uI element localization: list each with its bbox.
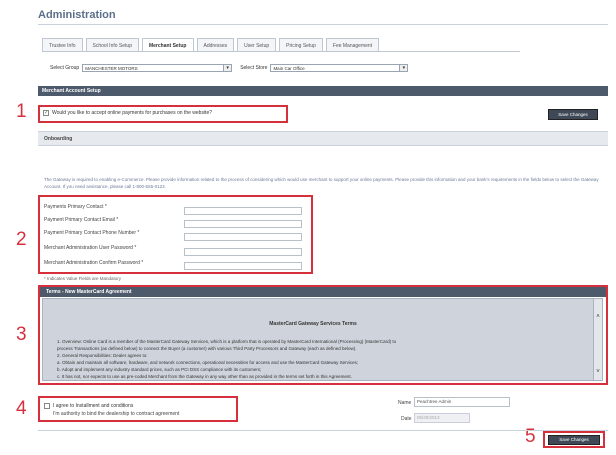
terms-line: process Transactions (as defined below) …: [57, 346, 357, 351]
terms-line: c. It has not, nor expects to use as pre…: [57, 374, 352, 379]
store-select[interactable]: Main Car Office ▾: [270, 64, 409, 72]
save-changes-bottom-button[interactable]: Save Changes: [548, 435, 600, 445]
tab-pricing-setup[interactable]: Pricing Setup: [279, 38, 323, 52]
page-title: Administration: [38, 9, 116, 21]
admin-password-label: Merchant Administration User Password *: [44, 245, 137, 251]
callout-number-2: 2: [16, 229, 27, 250]
onboarding-header: Onboarding: [38, 131, 608, 146]
save-changes-top-button[interactable]: Save Changes: [548, 109, 598, 120]
accept-payments-checkbox[interactable]: ✓: [43, 110, 49, 116]
accept-payments-label: Would you like to accept online payments…: [52, 110, 212, 116]
callout-number-1: 1: [16, 101, 27, 122]
chevron-down-icon: ▾: [399, 65, 408, 71]
agree-terms-row: I agree to Installment and conditions: [44, 403, 133, 409]
terms-line: b. Adopt and implement any industry stan…: [57, 367, 262, 372]
tab-fee-management[interactable]: Fee Management: [325, 38, 380, 52]
group-select[interactable]: MANCHESTER MOTORS ▾: [82, 64, 233, 72]
confirm-password-label: Merchant Administration Confirm Password…: [44, 260, 144, 266]
mandatory-note: * Indicates Value Fields are Mandatory: [44, 276, 121, 281]
contact-phone-label: Payment Primary Contact Phone Number *: [44, 230, 140, 236]
onboarding-info-text: The Gateway is required to enabling e-Co…: [44, 177, 599, 189]
footer-divider: [38, 430, 608, 431]
tab-bar: Trustee Info School Info Setup Merchant …: [42, 38, 382, 52]
contact-email-label: Payment Primary Contact Email *: [44, 217, 119, 223]
scroll-down-icon[interactable]: ˅: [594, 368, 602, 376]
terms-title: MasterCard Gateway Services Terms: [269, 321, 357, 327]
date-input: 05/30/2013: [414, 413, 470, 423]
title-divider: [38, 24, 608, 25]
tab-school-info-setup[interactable]: School Info Setup: [85, 38, 139, 52]
authority-label: I'm authority to bind the dealership to …: [53, 411, 180, 417]
name-input[interactable]: Peachtree Admin: [414, 397, 510, 407]
chevron-down-icon: ▾: [223, 65, 232, 71]
terms-line: 2. General Responsibilities: Dealer agre…: [57, 353, 148, 358]
contact-phone-input[interactable]: [184, 233, 302, 241]
tab-divider: [42, 51, 520, 52]
contact-email-input[interactable]: [184, 220, 302, 228]
primary-contact-input[interactable]: [184, 207, 302, 215]
scroll-up-icon[interactable]: ˄: [594, 313, 602, 321]
tab-addresses[interactable]: Addresses: [196, 38, 235, 52]
admin-password-input[interactable]: [184, 248, 302, 256]
primary-contact-label: Payments Primary Contact *: [44, 204, 107, 210]
tab-user-setup[interactable]: User Setup: [237, 38, 277, 52]
accept-payments-row: ✓ Would you like to accept online paymen…: [43, 110, 212, 116]
group-select-value: MANCHESTER MOTORS: [85, 66, 138, 71]
callout-number-3: 3: [16, 324, 27, 345]
confirm-password-input[interactable]: [184, 262, 302, 270]
terms-line: a. Obtain and maintain all software, har…: [57, 360, 359, 365]
date-label: Date: [401, 416, 412, 422]
agree-terms-checkbox[interactable]: [44, 403, 50, 409]
terms-line: 1. Overview: Online Card is a member of …: [57, 339, 397, 344]
selector-row: Select Group MANCHESTER MOTORS ▾ Select …: [50, 64, 409, 72]
tab-trustee-info[interactable]: Trustee Info: [42, 38, 83, 52]
name-label: Name: [398, 400, 412, 406]
store-select-value: Main Car Office: [273, 66, 305, 71]
store-select-label: Select Store: [240, 65, 268, 71]
agree-terms-label: I agree to Installment and conditions: [53, 403, 134, 409]
terms-scrollbar[interactable]: ˄ ˅: [593, 299, 602, 380]
group-select-label: Select Group: [50, 65, 80, 71]
merchant-section-header: Merchant Account Setup: [38, 86, 608, 96]
tab-merchant-setup[interactable]: Merchant Setup: [141, 38, 194, 52]
callout-box-4: [38, 396, 238, 422]
terms-scroll-area[interactable]: MasterCard Gateway Services Terms 1. Ove…: [42, 298, 603, 381]
callout-number-4: 4: [16, 398, 27, 419]
